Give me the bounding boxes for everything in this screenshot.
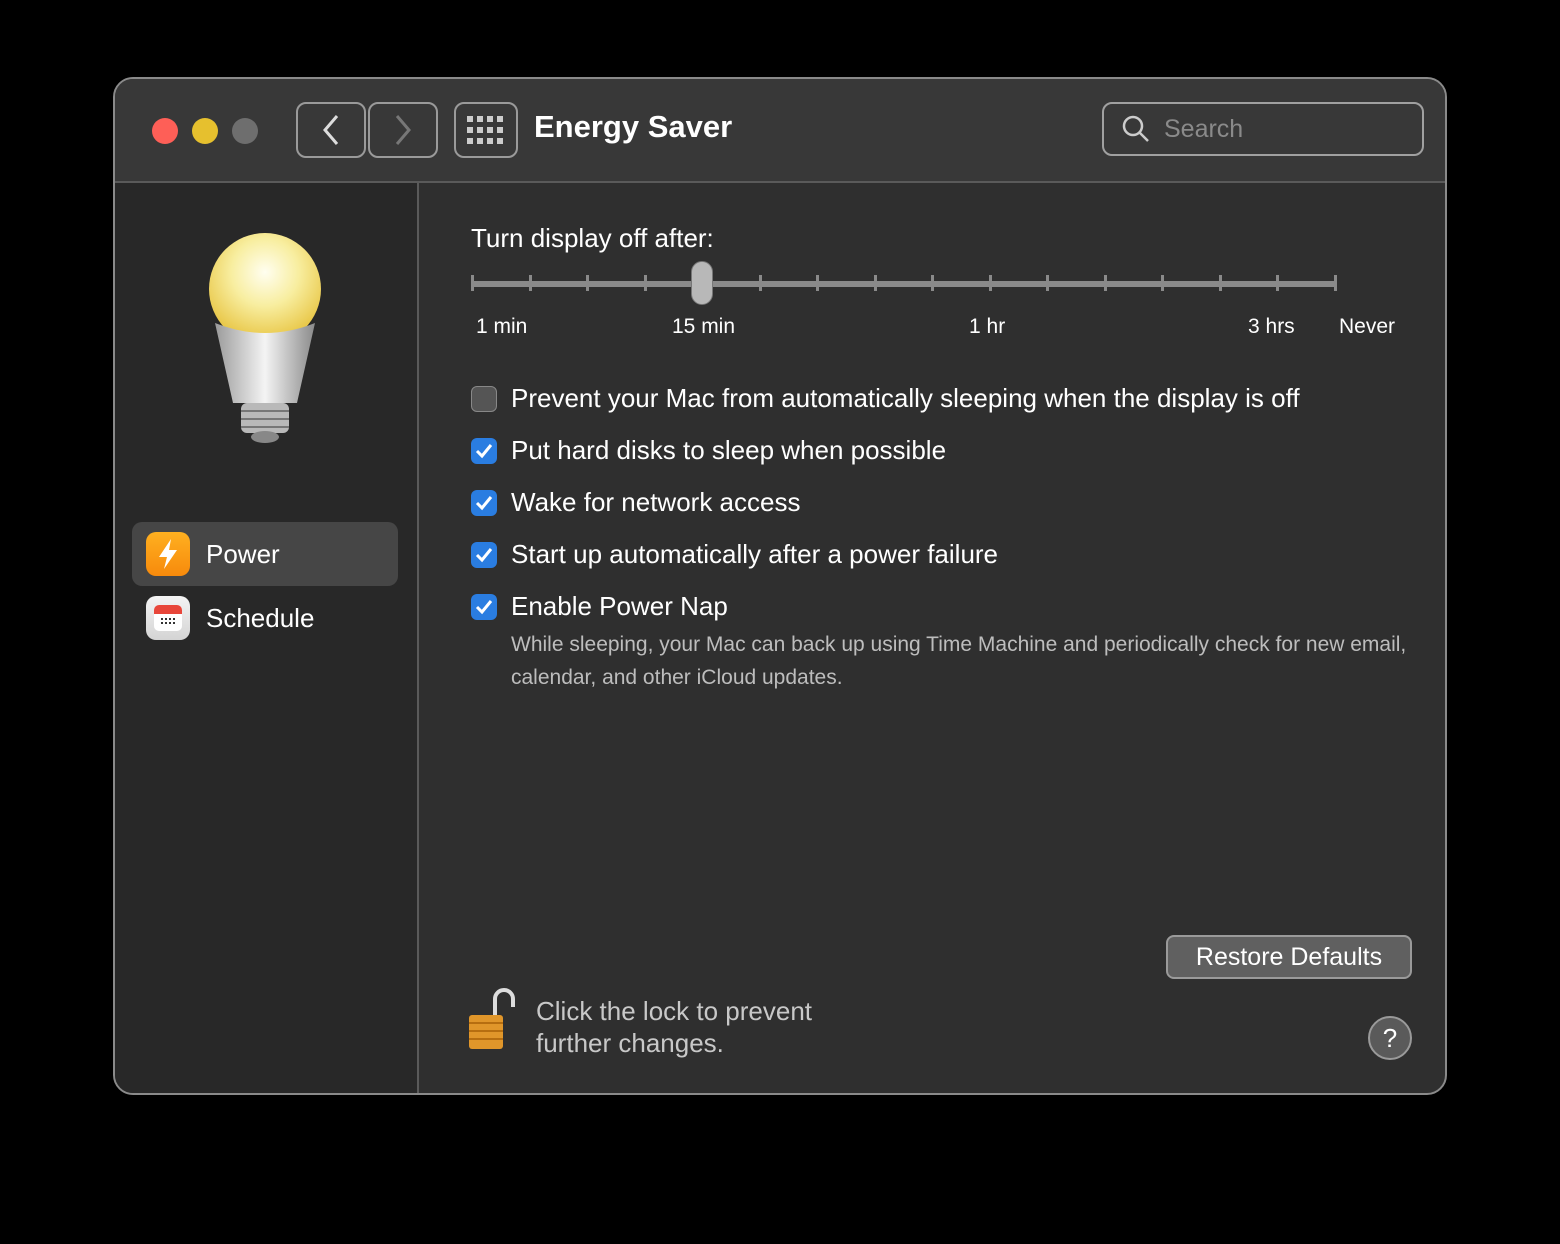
checkmark-icon[interactable] [471,489,497,516]
lock-message-line: Click the lock to prevent [536,996,813,1026]
lock-message-line: further changes. [536,1028,724,1058]
power-nap-description: While sleeping, your Mac can back up usi… [511,633,1407,689]
energy-saver-window: Energy Saver Power Schedule Turn display… [113,77,1447,1095]
chevron-right-icon [395,115,411,145]
main-panel: Turn display off after: 1 min 15 min 1 h… [421,183,1445,1093]
checkbox-label: Start up automatically after a power fai… [511,539,999,569]
help-button[interactable]: ? [1368,1016,1412,1060]
close-button[interactable] [152,118,178,144]
calendar-icon [146,596,190,640]
tick-label: 3 hrs [1248,315,1295,338]
search-input[interactable] [1164,114,1404,144]
sidebar-item-schedule[interactable]: Schedule [132,586,398,650]
slider-tick [643,275,647,291]
slider-thumb[interactable] [691,261,714,305]
lightbulb-icon [209,233,321,443]
prevent-sleep-checkbox[interactable]: Prevent your Mac from automatically slee… [471,383,1300,414]
slider-tick [528,275,532,291]
sidebar-item-label: Power [206,538,280,569]
lightning-bolt-icon [146,532,190,576]
lock-message: Click the lock to prevent further changes… [536,995,812,1059]
checkbox-unchecked[interactable] [471,385,497,412]
display-off-label: Turn display off after: [471,223,714,253]
tick-label: 1 min [476,315,528,338]
slider-tick [873,275,877,291]
slider-tick [1161,275,1165,291]
show-all-button[interactable] [454,102,518,158]
window-title: Energy Saver [534,109,733,144]
title-bar: Energy Saver [115,79,1445,183]
zoom-button[interactable] [232,118,258,144]
slider-tick [758,275,762,291]
search-icon [1122,115,1149,142]
slider-tick [586,275,590,291]
slider-tick [931,275,935,291]
back-button[interactable] [296,102,366,158]
forward-button[interactable] [368,102,438,158]
search-field[interactable] [1102,102,1424,156]
slider-tick [988,275,992,291]
minimize-button[interactable] [192,118,218,144]
checkmark-icon[interactable] [471,593,497,620]
hard-disk-sleep-checkbox[interactable]: Put hard disks to sleep when possible [471,435,946,466]
tick-label: 15 min [672,315,736,338]
slider-tick [1046,275,1050,291]
restore-defaults-button[interactable]: Restore Defaults [1166,935,1412,979]
checkmark-icon[interactable] [471,437,497,464]
slider-tick [1276,275,1280,291]
chevron-left-icon [323,115,339,145]
unlocked-padlock-icon[interactable] [467,987,517,1051]
checkbox-label: Put hard disks to sleep when possible [511,435,947,465]
slider-tick [1103,275,1107,291]
wake-network-checkbox[interactable]: Wake for network access [471,487,800,518]
slider-track[interactable] [471,281,1337,287]
tick-label: 1 hr [969,315,1006,338]
slider-tick [471,275,474,291]
checkbox-label: Enable Power Nap [511,591,728,621]
checkmark-icon[interactable] [471,541,497,568]
slider-tick [1218,275,1222,291]
sidebar-item-power[interactable]: Power [132,522,398,586]
sidebar: Power Schedule [115,183,419,1093]
sidebar-item-label: Schedule [206,602,315,633]
grid-icon [467,116,503,144]
slider-tick [816,275,820,291]
tick-label: Never [1339,315,1396,338]
checkbox-label: Wake for network access [511,487,801,517]
power-nap-checkbox[interactable]: Enable Power Nap [471,591,728,622]
slider-tick [1334,275,1337,291]
checkbox-label: Prevent your Mac from automatically slee… [511,383,1300,413]
startup-after-power-failure-checkbox[interactable]: Start up automatically after a power fai… [471,539,998,570]
